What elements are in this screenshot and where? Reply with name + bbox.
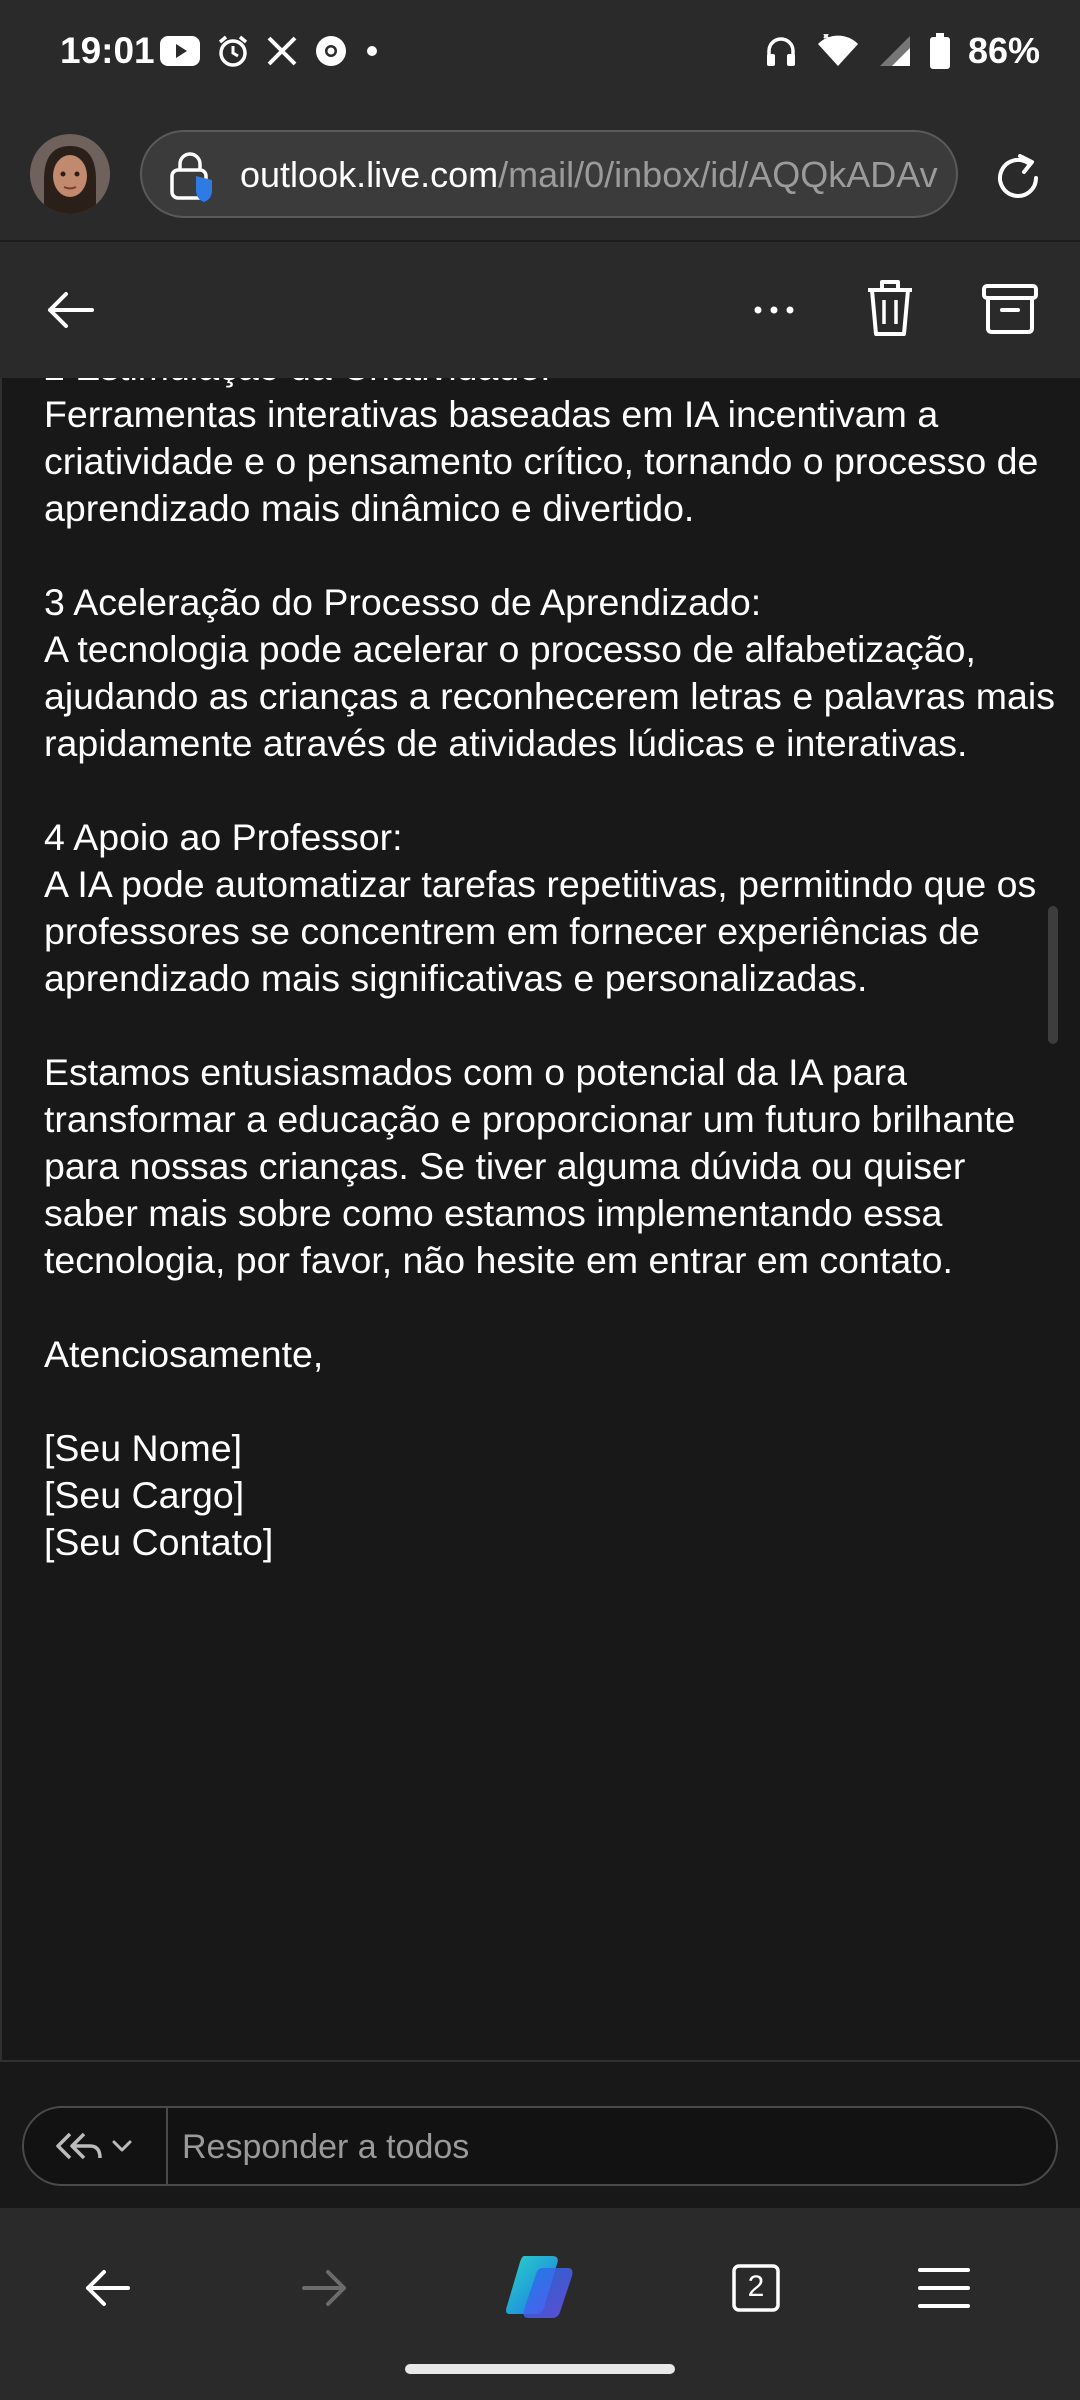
reply-all-icon: [56, 2132, 132, 2160]
email-heading: 3 Aceleração do Processo de Aprendizado:: [44, 581, 762, 623]
url-path: /mail/0/inbox/id/AQQkADAv: [498, 154, 938, 195]
url-host: outlook.live.com: [240, 154, 499, 195]
email-closing: Atenciosamente,: [44, 1333, 324, 1375]
browser-bottom-toolbar: 2: [0, 2208, 1080, 2400]
email-paragraph: Ferramentas interativas baseadas em IA i…: [44, 393, 1049, 529]
battery-percentage: 86%: [967, 30, 1040, 71]
headphones-icon: [766, 37, 795, 66]
reply-mode-dropdown[interactable]: [24, 2108, 168, 2184]
lock-shield-icon[interactable]: [166, 150, 218, 202]
signature-role: [Seu Cargo]: [44, 1474, 245, 1516]
reload-icon[interactable]: [990, 150, 1046, 206]
url-text[interactable]: outlook.live.com/mail/0/inbox/id/AQQkADA…: [240, 154, 940, 196]
alarm-icon: [218, 35, 248, 67]
youtube-icon: [160, 36, 200, 66]
reply-placeholder[interactable]: Responder a todos: [182, 2128, 469, 2167]
menu-icon[interactable]: [908, 2252, 980, 2324]
browser-address-bar: outlook.live.com/mail/0/inbox/id/AQQkADA…: [0, 112, 1080, 242]
more-icon[interactable]: [744, 280, 804, 340]
reply-field[interactable]: Responder a todos: [22, 2106, 1058, 2186]
chrome-icon: [316, 36, 346, 66]
nav-back-icon[interactable]: [72, 2252, 144, 2324]
email-paragraph: A IA pode automatizar tarefas repetitiva…: [44, 863, 1047, 999]
copilot-icon[interactable]: [502, 2248, 578, 2324]
tab-count: 2: [747, 2270, 765, 2303]
email-paragraph: Estamos entusiasmados com o potencial da…: [44, 1051, 1026, 1281]
scrollbar[interactable]: [1048, 906, 1058, 1044]
tabs-button[interactable]: 2: [720, 2252, 792, 2324]
trash-icon[interactable]: [862, 276, 918, 340]
system-icons: 86%: [764, 30, 1040, 72]
email-reading-pane[interactable]: 2 Estimulação da Criatividade: Ferramenta…: [0, 378, 1080, 2060]
chevron-down-icon: [112, 2140, 132, 2152]
email-paragraph: A tecnologia pode acelerar o processo de…: [44, 628, 1066, 764]
archive-icon[interactable]: [980, 280, 1040, 336]
signal-icon: [879, 36, 910, 66]
avatar[interactable]: [30, 134, 110, 214]
nav-forward-icon: [302, 2270, 346, 2306]
mail-toolbar: [0, 242, 1080, 378]
email-heading-cut: 2 Estimulação da Criatividade:: [44, 378, 1064, 391]
wifi-icon: [817, 34, 858, 66]
signature-contact: [Seu Contato]: [44, 1521, 274, 1563]
notification-icons: [160, 34, 380, 68]
status-bar: 19:01 86%: [0, 0, 1080, 112]
dot-icon: [367, 46, 377, 56]
reply-area: Responder a todos: [0, 2060, 1080, 2210]
status-time: 19:01: [60, 30, 155, 71]
x-icon: [267, 36, 297, 66]
signature-name: [Seu Nome]: [44, 1427, 243, 1469]
avatar-image: [30, 134, 110, 214]
back-arrow-icon[interactable]: [40, 280, 100, 340]
email-body: 2 Estimulação da Criatividade: Ferramenta…: [44, 378, 1064, 1566]
gesture-handle[interactable]: [405, 2364, 675, 2374]
email-heading: 4 Apoio ao Professor:: [44, 816, 403, 858]
battery-icon: [929, 33, 950, 69]
url-field[interactable]: outlook.live.com/mail/0/inbox/id/AQQkADA…: [140, 130, 958, 218]
